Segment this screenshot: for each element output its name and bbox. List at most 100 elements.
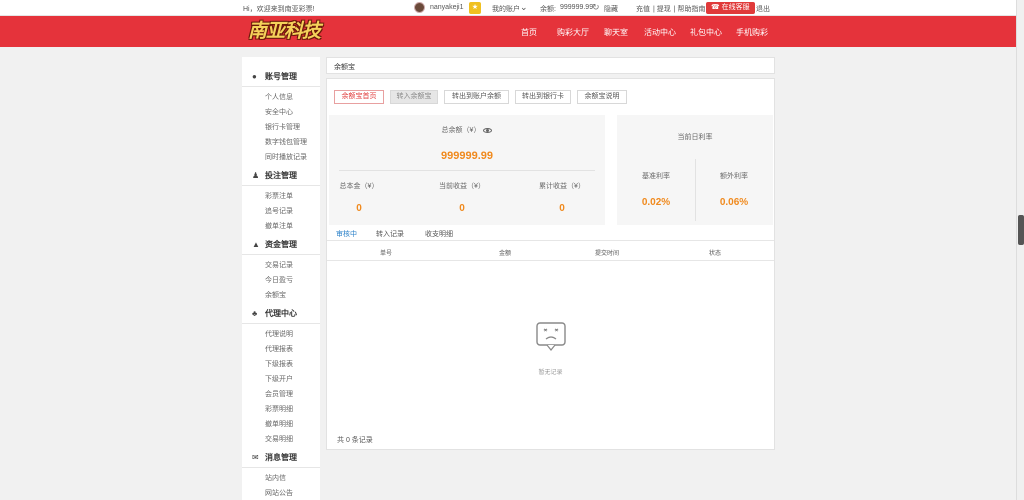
sidebar-item-security[interactable]: 安全中心 <box>265 107 293 117</box>
total-balance-value: 999999.99 <box>441 150 493 162</box>
tab-income-expense[interactable]: 收支明细 <box>425 229 453 239</box>
sidebar-item-yuebao[interactable]: 余额宝 <box>265 290 286 300</box>
user-icon: ● <box>252 72 257 81</box>
sidebar-item-play-records[interactable]: 同时播放记录 <box>265 152 307 162</box>
divider <box>242 467 320 468</box>
balance-value: 999999.99 <box>560 4 594 11</box>
sidebar-item-cancelled-orders[interactable]: 撤单注单 <box>265 221 293 231</box>
sidebar-item-chase-records[interactable]: 追号记录 <box>265 206 293 216</box>
daily-rate-label: 当前日利率 <box>677 134 713 141</box>
sidebar-group-account[interactable]: ● 账号管理 <box>252 71 297 83</box>
sidebar-item-sub-report[interactable]: 下级报表 <box>265 359 293 369</box>
main-header: 南亚科技 首页 购彩大厅 聊天室 活动中心 礼包中心 手机购彩 <box>0 16 1016 47</box>
sidebar-item-lottery-orders[interactable]: 彩票注单 <box>265 191 293 201</box>
refresh-icon[interactable]: ↻ <box>592 2 600 13</box>
rate-summary: 当前日利率 基准利率 额外利率 0.02% 0.06% <box>617 115 773 225</box>
sidebar-item-lottery-detail[interactable]: 彩票明细 <box>265 404 293 414</box>
online-service-button[interactable]: ☎ 在线客服 <box>706 2 755 14</box>
divider <box>242 254 320 255</box>
divider <box>339 170 595 171</box>
nav-home[interactable]: 首页 <box>521 27 537 38</box>
mail-icon: ✉ <box>252 453 259 462</box>
top-bar: Hi，欢迎来到南亚彩票! nanyakeji1 ★ 我的账户 ⌄ 余额: 999… <box>0 0 1016 16</box>
sidebar-group-funds[interactable]: ▲ 资金管理 <box>252 239 297 251</box>
sidebar-item-members[interactable]: 会员管理 <box>265 389 293 399</box>
eye-icon[interactable] <box>483 127 493 133</box>
help-link[interactable]: 帮助指南 <box>678 6 706 13</box>
chevron-down-icon[interactable]: ⌄ <box>520 2 528 13</box>
sidebar-item-agent-report[interactable]: 代理报表 <box>265 344 293 354</box>
sidebar-item-transactions[interactable]: 交易记录 <box>265 260 293 270</box>
sidebar-group-betting[interactable]: ♟ 投注管理 <box>252 170 297 182</box>
extra-rate-label: 额外利率 <box>720 173 748 180</box>
principal-label: 总本金（¥） <box>339 183 379 190</box>
total-records: 共 0 条记录 <box>337 437 373 444</box>
tab-transfer-records[interactable]: 转入记录 <box>376 229 404 239</box>
username[interactable]: nanyakeji1 <box>430 4 463 11</box>
sidebar-item-inbox[interactable]: 站内信 <box>265 473 286 483</box>
sidebar-group-label: 代理中心 <box>265 309 297 318</box>
sidebar-group-label: 消息管理 <box>265 453 297 462</box>
sidebar-item-bank-cards[interactable]: 银行卡管理 <box>265 122 300 132</box>
nav-chat-room[interactable]: 聊天室 <box>604 27 628 38</box>
sidebar-group-agents[interactable]: ♣ 代理中心 <box>252 308 297 320</box>
avatar[interactable] <box>414 2 425 13</box>
online-service-label: 在线客服 <box>721 4 750 11</box>
sidebar-item-agent-info[interactable]: 代理说明 <box>265 329 293 339</box>
panel-title-bar: 余额宝 <box>326 57 775 74</box>
base-rate-label: 基准利率 <box>642 173 670 180</box>
sidebar: ● 账号管理 个人信息 安全中心 银行卡管理 数字钱包管理 同时播放记录 ♟ 投注管… <box>242 57 320 500</box>
sidebar-group-label: 账号管理 <box>265 72 297 81</box>
record-tabs: 审核中 转入记录 收支明细 <box>327 226 774 241</box>
extra-rate-value: 0.06% <box>719 197 749 208</box>
withdraw-link[interactable]: 提现 <box>657 6 671 13</box>
divider <box>242 86 320 87</box>
sidebar-item-today-pnl[interactable]: 今日盈亏 <box>265 275 293 285</box>
recharge-link[interactable]: 充值 <box>636 6 650 13</box>
sidebar-item-wallets[interactable]: 数字钱包管理 <box>265 137 307 147</box>
empty-state-text: 暂无记录 <box>538 370 563 376</box>
nav-lottery-hall[interactable]: 购彩大厅 <box>557 27 589 38</box>
current-income-value: 0 <box>459 203 465 214</box>
page-scrollbar[interactable] <box>1016 0 1024 500</box>
page-title: 余额宝 <box>334 64 355 71</box>
total-balance-row: 总余额（¥） <box>329 125 605 135</box>
tab-yuebao-home[interactable]: 余额宝首页 <box>334 90 384 104</box>
base-rate-value: 0.02% <box>641 197 671 208</box>
total-balance-label: 总余额（¥） <box>441 127 481 134</box>
site-logo[interactable]: 南亚科技 <box>248 19 326 44</box>
money-icon: ▲ <box>252 240 260 249</box>
balance-label: 余额: <box>540 6 556 13</box>
nav-activity-center[interactable]: 活动中心 <box>644 27 676 38</box>
records-table-header: 单号 金额 提交时间 状态 <box>327 242 774 261</box>
tab-transfer-to-balance[interactable]: 转出到账户余额 <box>444 90 509 104</box>
sidebar-item-transaction-detail[interactable]: 交易明细 <box>265 434 293 444</box>
empty-state-icon <box>536 322 566 351</box>
nav-mobile-lottery[interactable]: 手机购彩 <box>736 27 768 38</box>
tab-transfer-to-bank[interactable]: 转出到银行卡 <box>515 90 571 104</box>
column-amount: 金额 <box>499 251 512 257</box>
my-account-menu[interactable]: 我的账户 <box>492 4 520 14</box>
scrollbar-thumb[interactable] <box>1018 215 1024 245</box>
column-status: 状态 <box>709 251 722 257</box>
balance-summary: 总余额（¥） 999999.99 总本金（¥） 当前收益（¥） 累计收益（¥） … <box>329 115 605 225</box>
tab-yuebao-info[interactable]: 余额宝说明 <box>577 90 627 104</box>
current-income-label: 当前收益（¥） <box>439 183 485 190</box>
divider <box>242 323 320 324</box>
logout-link[interactable]: 退出 <box>756 4 770 14</box>
sidebar-item-announcements[interactable]: 网站公告 <box>265 488 293 498</box>
vip-badge-icon[interactable]: ★ <box>469 2 481 14</box>
column-order-no: 单号 <box>380 251 393 257</box>
tab-transfer-in[interactable]: 转入余额宝 <box>390 90 438 104</box>
nav-gift-center[interactable]: 礼包中心 <box>690 27 722 38</box>
principal-value: 0 <box>356 203 362 214</box>
sidebar-item-profile[interactable]: 个人信息 <box>265 92 293 102</box>
top-links: 充值 | 提现 | 帮助指南 <box>636 6 706 13</box>
sidebar-group-messages[interactable]: ✉ 消息管理 <box>252 452 297 464</box>
sidebar-item-cancel-detail[interactable]: 撤单明细 <box>265 419 293 429</box>
tab-under-review[interactable]: 审核中 <box>336 229 357 239</box>
sidebar-item-sub-account[interactable]: 下级开户 <box>265 374 293 384</box>
cumulative-income-label: 累计收益（¥） <box>539 183 585 190</box>
column-submit-time: 提交时间 <box>595 251 620 257</box>
hide-balance-link[interactable]: 隐藏 <box>604 4 618 14</box>
